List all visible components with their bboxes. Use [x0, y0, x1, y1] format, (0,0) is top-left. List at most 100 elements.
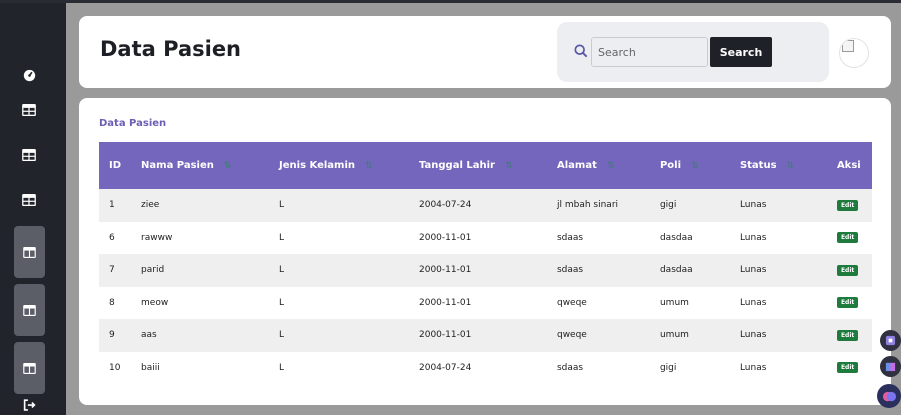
cell-id: 1	[109, 200, 115, 211]
cell-nama: baiii	[141, 362, 160, 373]
cell-poli: umum	[659, 330, 689, 341]
search-button[interactable]: Search	[710, 37, 772, 67]
table-icon[interactable]	[20, 101, 38, 119]
brain-icon[interactable]	[877, 384, 901, 408]
sort-icon[interactable]: ⇅	[691, 161, 699, 171]
cell-status: Lunas	[739, 265, 767, 276]
avatar[interactable]	[839, 38, 869, 68]
cell-tanggal-lahir: 2000-11-01	[419, 265, 472, 276]
cell-aksi: Edit	[827, 319, 872, 352]
content-card: Data Pasien ID Nama Pasien ⇅ Jenis Kelami…	[79, 98, 891, 405]
cell-jenis-kelamin: L	[279, 297, 285, 308]
cell-status: Lunas	[739, 232, 767, 243]
layout-icon	[23, 301, 36, 320]
cell-jenis-kelamin: L	[279, 362, 285, 373]
page-title: Data Pasien	[100, 37, 242, 61]
cell-jenis-kelamin: L	[279, 330, 285, 341]
layout-icon	[23, 243, 36, 262]
search-bar: Search	[557, 22, 829, 82]
cell-alamat: jl mbah sinari	[556, 200, 619, 211]
sort-icon[interactable]: ⇅	[505, 161, 513, 171]
cell-aksi: Edit	[827, 189, 872, 222]
cell-aksi: Edit	[827, 352, 872, 385]
sort-icon[interactable]: ⇅	[607, 161, 615, 171]
sidebar-item-layout[interactable]	[14, 342, 45, 394]
table-body: 1 ziee L 2004-07-24 jl mbah sinari gigi …	[99, 189, 872, 384]
cell-status: Lunas	[739, 200, 767, 211]
edit-button[interactable]: Edit	[836, 297, 859, 309]
book-icon[interactable]	[880, 356, 901, 377]
sidebar-item-layout[interactable]	[14, 284, 45, 336]
cell-poli: gigi	[659, 200, 677, 211]
cell-nama: aas	[141, 330, 157, 341]
search-input[interactable]	[591, 37, 708, 67]
extension-icon[interactable]	[880, 330, 901, 351]
column-header-jenis-kelamin[interactable]: Jenis Kelamin ⇅	[269, 142, 409, 189]
search-icon	[574, 43, 590, 59]
column-header-aksi: Aksi	[836, 160, 861, 171]
table-row: 6 rawww L 2000-11-01 sdaas dasdaa Lunas …	[99, 221, 872, 255]
cell-jenis-kelamin: L	[279, 200, 285, 211]
column-header-poli[interactable]: Poli ⇅	[650, 142, 730, 189]
sort-icon[interactable]: ⇅	[224, 161, 232, 171]
cell-aksi: Edit	[827, 254, 872, 287]
table-row: 10 baiii L 2004-07-24 sdaas gigi Lunas E…	[99, 351, 872, 385]
cell-alamat: qweqe	[556, 330, 587, 341]
cell-alamat: sdaas	[556, 265, 584, 276]
logout-icon[interactable]	[20, 396, 38, 414]
top-bar	[0, 0, 901, 3]
cell-poli: dasdaa	[659, 232, 693, 243]
cell-tanggal-lahir: 2000-11-01	[419, 297, 472, 308]
cell-tanggal-lahir: 2000-11-01	[419, 330, 472, 341]
cell-nama: rawww	[141, 232, 173, 243]
column-header-nama-pasien[interactable]: Nama Pasien ⇅	[131, 142, 269, 189]
layout-icon	[23, 359, 36, 378]
dashboard-icon[interactable]	[20, 66, 38, 84]
edit-button[interactable]: Edit	[836, 232, 859, 244]
cell-jenis-kelamin: L	[279, 232, 285, 243]
cell-nama: parid	[141, 265, 165, 276]
column-header-alamat[interactable]: Alamat ⇅	[547, 142, 650, 189]
column-header-tanggal-lahir[interactable]: Tanggal Lahir ⇅	[409, 142, 547, 189]
cell-id: 9	[109, 330, 115, 341]
cell-tanggal-lahir: 2004-07-24	[419, 200, 472, 211]
sort-icon[interactable]: ⇅	[787, 161, 795, 171]
column-header-status[interactable]: Status ⇅	[730, 142, 827, 189]
column-header-id[interactable]: ID	[99, 142, 131, 189]
cell-poli: gigi	[659, 362, 677, 373]
cell-nama: ziee	[141, 200, 160, 211]
edit-button[interactable]: Edit	[836, 199, 859, 211]
cell-status: Lunas	[739, 297, 767, 308]
table-icon[interactable]	[20, 191, 38, 209]
cell-alamat: qweqe	[556, 297, 587, 308]
cell-nama: meow	[141, 297, 169, 308]
cell-poli: dasdaa	[659, 265, 693, 276]
cell-id: 6	[109, 232, 115, 243]
sort-icon[interactable]: ⇅	[365, 161, 373, 171]
cell-status: Lunas	[739, 330, 767, 341]
table-row: 1 ziee L 2004-07-24 jl mbah sinari gigi …	[99, 189, 872, 222]
cell-tanggal-lahir: 2004-07-24	[419, 362, 472, 373]
cell-id: 10	[109, 362, 121, 373]
cell-status: Lunas	[739, 362, 767, 373]
broken-image-icon	[842, 40, 854, 52]
cell-id: 7	[109, 265, 115, 276]
cell-tanggal-lahir: 2000-11-01	[419, 232, 472, 243]
edit-button[interactable]: Edit	[836, 264, 859, 276]
cell-poli: umum	[659, 297, 689, 308]
edit-button[interactable]: Edit	[836, 362, 859, 374]
table-row: 7 parid L 2000-11-01 sdaas dasdaa Lunas …	[99, 254, 872, 287]
edit-button[interactable]: Edit	[836, 329, 859, 341]
cell-alamat: sdaas	[556, 362, 584, 373]
cell-jenis-kelamin: L	[279, 265, 285, 276]
header-card: Data Pasien Search	[79, 16, 891, 88]
sidebar-item-layout[interactable]	[14, 226, 45, 278]
cell-aksi: Edit	[827, 222, 872, 255]
table-header: ID Nama Pasien ⇅ Jenis Kelamin ⇅ Tanggal L…	[99, 142, 872, 189]
cell-alamat: sdaas	[556, 232, 584, 243]
table-icon[interactable]	[20, 146, 38, 164]
sidebar	[0, 3, 66, 415]
cell-aksi: Edit	[827, 287, 872, 320]
table-row: 8 meow L 2000-11-01 qweqe umum Lunas Edi…	[99, 286, 872, 320]
patient-table: ID Nama Pasien ⇅ Jenis Kelamin ⇅ Tanggal L…	[99, 142, 872, 384]
